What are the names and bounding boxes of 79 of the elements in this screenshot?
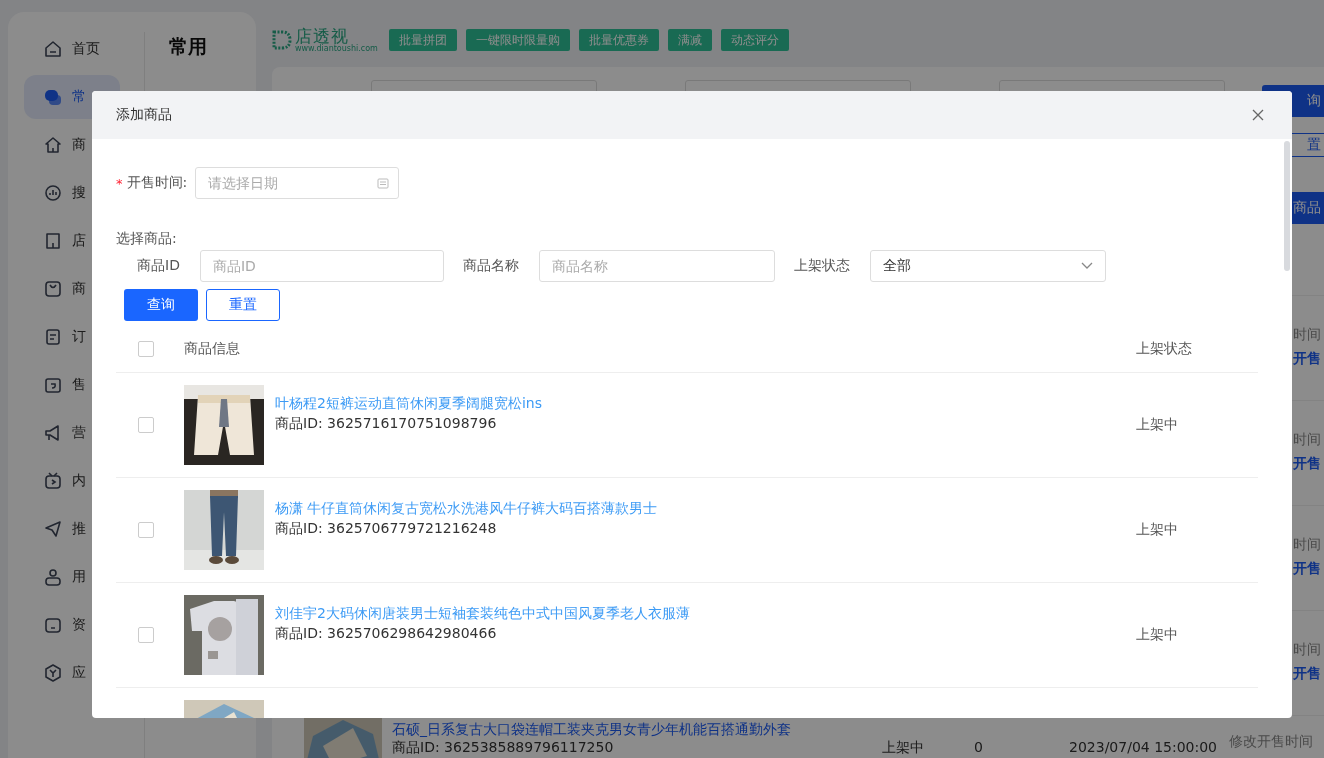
nav-item[interactable]: 售 <box>24 363 120 407</box>
action-link[interactable]: 开售 <box>1293 455 1321 473</box>
product-title[interactable]: 叶杨程2短裤运动直筒休闲夏季阔腿宽松ins <box>275 395 542 413</box>
product-id: 商品ID: 3625706298642980466 <box>275 625 498 643</box>
nav-item[interactable]: 营 <box>24 411 120 455</box>
product-id: 商品ID: 3625716170751098796 <box>275 415 498 433</box>
checkbox[interactable] <box>138 522 154 538</box>
nav-item[interactable]: 推 <box>24 507 120 551</box>
feature-tag[interactable]: 批量拼团 <box>388 29 457 51</box>
document-icon <box>44 328 62 346</box>
required-mark: * <box>116 175 123 191</box>
date-field[interactable]: 请选择日期 <box>195 167 400 199</box>
field-label: 商品ID <box>137 257 180 275</box>
count-text: 0 <box>974 738 984 756</box>
field-label: 开售时间: <box>126 174 188 192</box>
hexagon-icon <box>44 664 62 682</box>
logo-url: www.diantoushi.com <box>295 44 378 53</box>
status-text: 上架中 <box>882 738 925 756</box>
logo-icon <box>272 30 292 50</box>
nav-item[interactable]: 应 <box>24 651 120 695</box>
action-link[interactable]: 开售 <box>1293 665 1321 683</box>
tv-icon <box>44 472 62 490</box>
feature-tag[interactable]: 动态评分 <box>720 29 789 51</box>
home-icon <box>44 40 62 58</box>
status-text: 上架中 <box>1136 416 1178 434</box>
reset-button[interactable]: 重置 <box>206 289 280 321</box>
feature-tag[interactable]: 批量优惠券 <box>578 29 659 51</box>
nav-item[interactable]: 订 <box>24 315 120 359</box>
status-text: 上架中 <box>1136 521 1178 539</box>
column-label: 时间 <box>1293 536 1321 554</box>
column-header: 上架状态 <box>1136 339 1192 358</box>
checkbox[interactable] <box>138 340 154 357</box>
action-link[interactable]: 开售 <box>1293 350 1321 368</box>
status-text: 上架中 <box>1136 626 1178 644</box>
return-icon <box>44 376 62 394</box>
feature-tag[interactable]: 一键限时限量购 <box>465 29 570 51</box>
checkbox[interactable] <box>138 627 154 643</box>
checkbox[interactable] <box>138 417 154 433</box>
shop-icon <box>44 232 62 250</box>
product-title[interactable]: 刘佳宇2大码休闲唐装男士短袖套装纯色中式中国风夏季老人衣服薄 <box>275 605 690 623</box>
user-icon <box>44 568 62 586</box>
house-icon <box>44 136 62 154</box>
product-id: 商品ID: 3625385889796117250 <box>392 738 615 756</box>
section-label: 选择商品: <box>116 230 178 248</box>
scrollbar[interactable] <box>1284 141 1290 271</box>
close-icon[interactable] <box>1252 109 1264 121</box>
column-label: 时间 <box>1293 326 1321 344</box>
calendar-icon <box>377 177 390 189</box>
query-button[interactable]: 查询 <box>124 289 198 321</box>
nav-item[interactable]: 商 <box>24 267 120 311</box>
megaphone-icon <box>44 424 62 442</box>
chart-bubble-icon <box>44 184 62 202</box>
input-field[interactable]: 商品名称 <box>538 250 775 282</box>
nav-item[interactable]: 用 <box>24 555 120 599</box>
feature-tag[interactable]: 满减 <box>667 29 712 51</box>
wallet-icon <box>44 616 62 634</box>
chat-icon <box>44 88 62 106</box>
bag-icon <box>44 280 62 298</box>
product-id: 商品ID: 3625706779721216248 <box>275 520 498 538</box>
column-header: 商品信息 <box>184 339 241 358</box>
nav-item[interactable]: 资 <box>24 603 120 647</box>
nav-item[interactable]: 内 <box>24 459 120 503</box>
nav-item[interactable]: 商 <box>24 123 120 167</box>
product-title[interactable]: 石硕_日系复古大口袋连帽工装夹克男女青少年机能百搭通勤外套 <box>392 720 882 738</box>
chevron-down-icon <box>1080 262 1093 270</box>
paper-plane-icon <box>44 520 62 538</box>
logo-text: 店透视 <box>295 27 349 45</box>
dropdown[interactable]: 全部 <box>869 250 1106 282</box>
time-text: 2023/07/04 15:00:00 <box>1069 738 1219 756</box>
nav-item[interactable]: 首页 <box>24 27 120 71</box>
product-title[interactable]: 杨潇 牛仔直筒休闲复古宽松水洗港风牛仔裤大码百搭薄款男士 <box>275 500 658 518</box>
section-title: 常用 <box>169 34 207 59</box>
action-link[interactable]: 修改开售时间 <box>1229 716 1313 750</box>
column-label: 时间 <box>1293 641 1321 659</box>
action-link[interactable]: 开售 <box>1293 560 1321 578</box>
field-label: 商品名称 <box>462 257 519 275</box>
field-label: 上架状态 <box>793 257 850 275</box>
input-field[interactable]: 商品ID <box>199 250 444 282</box>
column-label: 时间 <box>1293 431 1321 449</box>
